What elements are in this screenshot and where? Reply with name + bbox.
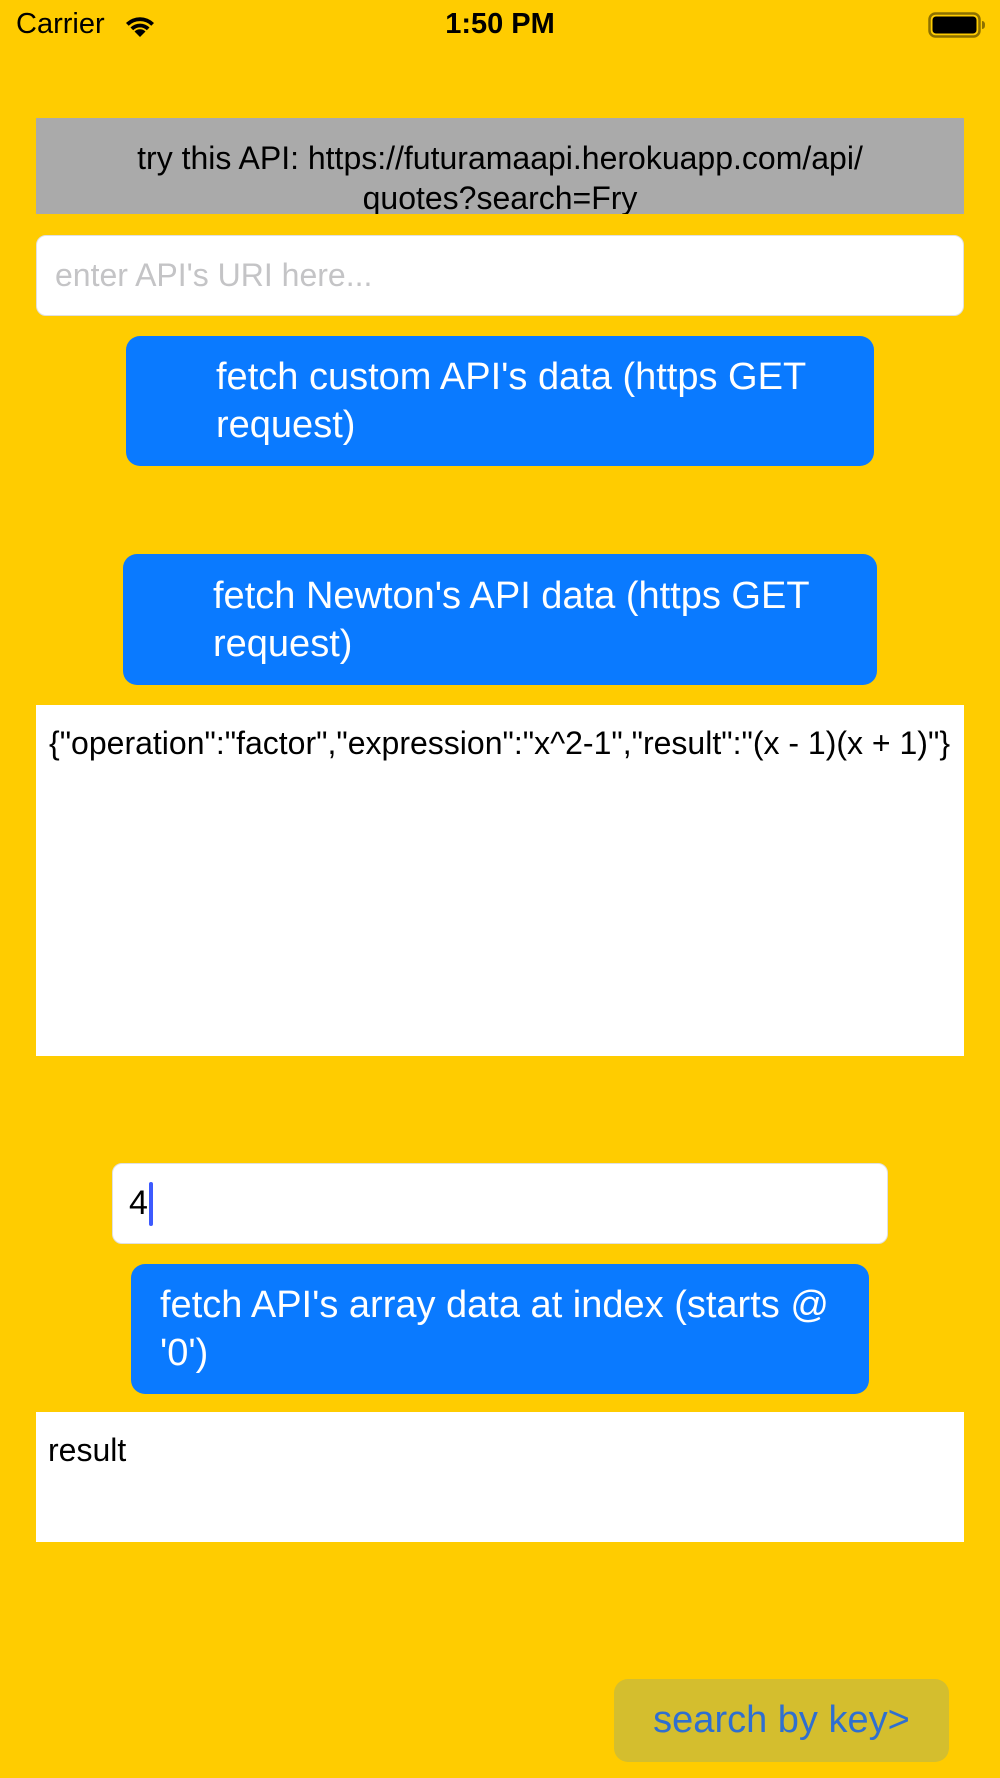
fetch-array-index-button[interactable]: fetch API's array data at index (starts …: [131, 1264, 869, 1394]
battery-icon: [928, 12, 985, 38]
array-index-value: 4: [129, 1184, 148, 1222]
text-cursor: [149, 1182, 153, 1226]
fetch-newton-api-label: fetch Newton's API data (https GET reque…: [213, 575, 809, 665]
api-hint-banner: try this API: https://futuramaapi.heroku…: [36, 118, 964, 214]
fetch-array-index-label: fetch API's array data at index (starts …: [160, 1284, 829, 1374]
clock: 1:50 PM: [445, 8, 555, 40]
fetch-custom-api-button[interactable]: fetch custom API's data (https GET reque…: [126, 336, 874, 466]
response-text-view[interactable]: {"operation":"factor","expression":"x^2-…: [36, 705, 964, 1056]
array-index-input[interactable]: 4: [112, 1163, 888, 1244]
response-text: {"operation":"factor","expression":"x^2-…: [49, 725, 950, 761]
result-output: result: [36, 1412, 964, 1542]
api-uri-placeholder: enter API's URI here...: [55, 257, 373, 293]
result-label: result: [48, 1432, 127, 1468]
fetch-newton-api-button[interactable]: fetch Newton's API data (https GET reque…: [123, 554, 877, 685]
search-by-key-button[interactable]: search by key>: [614, 1679, 949, 1762]
api-uri-input[interactable]: enter API's URI here...: [36, 235, 964, 316]
status-bar: Carrier 1:50 PM: [0, 0, 1000, 52]
fetch-custom-api-label: fetch custom API's data (https GET reque…: [216, 356, 806, 446]
